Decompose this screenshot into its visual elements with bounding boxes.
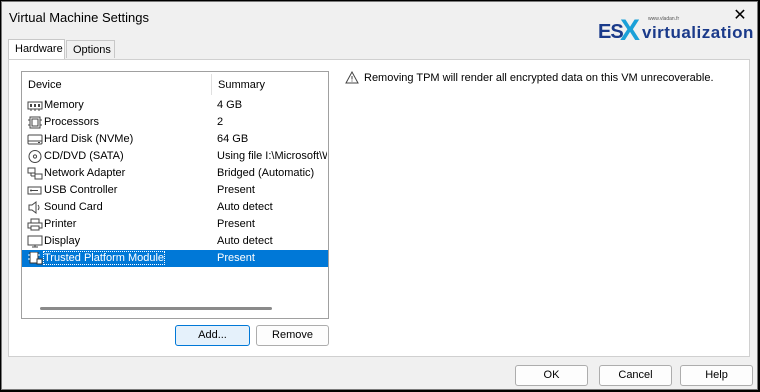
- device-summary: Present: [217, 184, 255, 196]
- list-header: Device Summary: [22, 72, 328, 97]
- table-row[interactable]: Printer Present: [22, 216, 328, 233]
- esxvirtualization-logo: www.vladan.fr ES X virtualization: [598, 14, 753, 47]
- table-row[interactable]: Processors 2: [22, 114, 328, 131]
- horizontal-scrollbar[interactable]: [40, 307, 272, 310]
- device-list[interactable]: Device Summary Memory 4 GB Processors 2 …: [21, 71, 329, 319]
- device-summary: Using file I:\Microsoft\W: [217, 150, 327, 162]
- device-name: Printer: [44, 218, 77, 230]
- help-button[interactable]: Help: [680, 365, 753, 386]
- usb-icon: [27, 184, 43, 197]
- cd-dvd-icon: [27, 150, 43, 163]
- device-name: Hard Disk (NVMe): [44, 133, 134, 145]
- device-summary: Bridged (Automatic): [217, 167, 315, 179]
- table-row[interactable]: CD/DVD (SATA) Using file I:\Microsoft\W: [22, 148, 328, 165]
- cancel-button[interactable]: Cancel: [599, 365, 672, 386]
- printer-icon: [27, 218, 43, 231]
- window-title: Virtual Machine Settings: [9, 10, 149, 25]
- table-row[interactable]: USB Controller Present: [22, 182, 328, 199]
- device-summary: 2: [217, 116, 224, 128]
- table-row[interactable]: Sound Card Auto detect: [22, 199, 328, 216]
- table-row[interactable]: Trusted Platform Module Present: [22, 250, 328, 267]
- logo-prefix: ES: [598, 21, 624, 43]
- device-summary: Present: [217, 252, 255, 264]
- monitor-icon: [27, 235, 43, 248]
- speaker-icon: [27, 201, 43, 214]
- device-summary: Auto detect: [217, 201, 273, 213]
- logo-url: www.vladan.fr: [648, 16, 680, 22]
- tab-options[interactable]: Options: [66, 40, 115, 58]
- column-separator[interactable]: [211, 74, 212, 95]
- device-name: Sound Card: [44, 201, 103, 213]
- warning-icon: [345, 71, 359, 84]
- table-row[interactable]: Display Auto detect: [22, 233, 328, 250]
- device-name: USB Controller: [44, 184, 118, 196]
- column-header-device[interactable]: Device: [28, 79, 62, 91]
- device-summary: 4 GB: [217, 99, 243, 111]
- device-name: CD/DVD (SATA): [44, 150, 124, 162]
- tpm-chip-icon: [27, 252, 43, 265]
- device-summary: Auto detect: [217, 235, 273, 247]
- device-name: Processors: [44, 116, 100, 128]
- ok-button[interactable]: OK: [515, 365, 588, 386]
- memory-icon: [27, 99, 43, 112]
- add-button[interactable]: Add...: [175, 325, 250, 346]
- logo-x: X: [620, 14, 641, 47]
- device-name: Memory: [44, 99, 84, 111]
- device-name: Network Adapter: [44, 167, 126, 179]
- logo-name: virtualization: [642, 23, 754, 42]
- device-summary: Present: [217, 218, 255, 230]
- network-adapter-icon: [27, 167, 43, 180]
- warning-text: Removing TPM will render all encrypted d…: [364, 72, 714, 84]
- remove-button[interactable]: Remove: [256, 325, 329, 346]
- processor-icon: [27, 116, 43, 129]
- virtual-machine-settings-window: Virtual Machine Settings ✕ www.vladan.fr…: [1, 1, 758, 390]
- hard-disk-icon: [27, 133, 43, 146]
- hardware-panel: Device Summary Memory 4 GB Processors 2 …: [8, 59, 750, 357]
- tab-hardware[interactable]: Hardware: [8, 39, 65, 59]
- device-name: Display: [44, 235, 81, 247]
- table-row[interactable]: Memory 4 GB: [22, 97, 328, 114]
- device-summary: 64 GB: [217, 133, 249, 145]
- table-row[interactable]: Network Adapter Bridged (Automatic): [22, 165, 328, 182]
- table-row[interactable]: Hard Disk (NVMe) 64 GB: [22, 131, 328, 148]
- device-name: Trusted Platform Module: [42, 251, 166, 265]
- column-header-summary[interactable]: Summary: [218, 79, 265, 91]
